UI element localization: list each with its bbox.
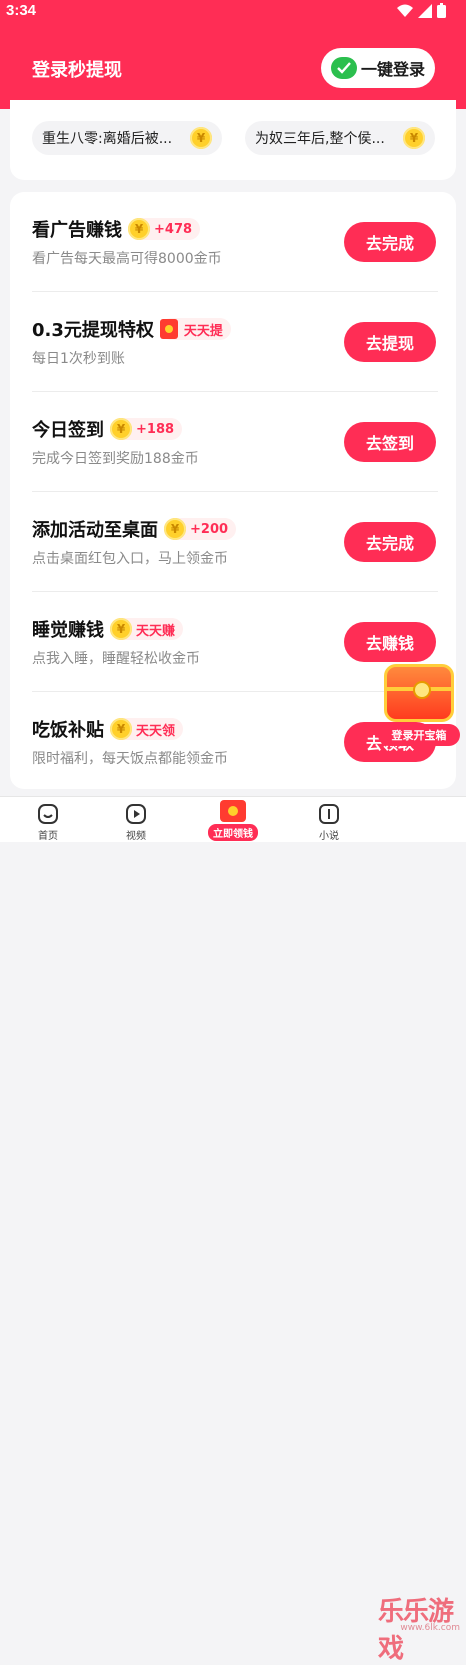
login-button-label: 一键登录 bbox=[361, 60, 426, 79]
task-action-button[interactable]: 去完成 bbox=[344, 222, 436, 262]
book-title: 为奴三年后,整个侯... bbox=[255, 131, 385, 147]
wechat-icon bbox=[331, 57, 357, 79]
task-action-button[interactable]: 去签到 bbox=[344, 422, 436, 462]
nav-label-home: 首页 bbox=[38, 831, 58, 842]
coin-icon: ¥ bbox=[110, 418, 132, 440]
task-name: 睡觉赚钱 bbox=[32, 620, 104, 641]
task-item-withdraw-privilege: 0.3元提现特权 天天提 每日1次秒到账 去提现 bbox=[10, 292, 456, 392]
red-envelope-icon bbox=[159, 319, 178, 339]
coin-icon: ¥ bbox=[190, 127, 212, 149]
task-description: 点击桌面红包入口，马上领金币 bbox=[32, 551, 228, 567]
page-title: 登录秒提现 bbox=[32, 60, 122, 81]
reward-badge-text: +478 bbox=[154, 221, 193, 237]
status-time: 3:34 bbox=[6, 2, 37, 19]
signal-icon bbox=[418, 3, 432, 18]
coin-icon: ¥ bbox=[110, 718, 132, 740]
nav-label-get-money: 立即领钱 bbox=[208, 824, 258, 841]
status-bar: 3:34 bbox=[0, 0, 466, 22]
treasure-chest-icon bbox=[384, 664, 454, 722]
reward-badge: ¥ +478 bbox=[128, 218, 201, 240]
task-name-row: 0.3元提现特权 天天提 bbox=[32, 316, 231, 342]
site-watermark: 乐乐游戏 www.6lk.com bbox=[378, 1593, 466, 1664]
reward-badge-text: 天天赚 bbox=[136, 623, 176, 639]
book-recommendations: 重生八零:离婚后被... ¥ 为奴三年后,整个侯... ¥ bbox=[10, 100, 456, 180]
task-name-row: 添加活动至桌面 ¥ +200 bbox=[32, 516, 237, 542]
task-description: 点我入睡，睡醒轻松收金币 bbox=[32, 651, 200, 667]
task-name: 0.3元提现特权 bbox=[32, 320, 154, 341]
task-description: 完成今日签到奖励188金币 bbox=[32, 451, 199, 467]
nav-item-home[interactable]: 首页 bbox=[18, 803, 78, 842]
reward-badge-text: +200 bbox=[190, 521, 229, 537]
reward-badge-text: 天天领 bbox=[136, 723, 176, 739]
reward-badge: ¥ 天天赚 bbox=[110, 618, 184, 640]
header-banner: 登录秒提现 一键登录 bbox=[0, 22, 466, 109]
home-icon bbox=[38, 804, 58, 824]
task-name-row: 吃饭补贴 ¥ 天天领 bbox=[32, 716, 184, 742]
nav-item-novel[interactable]: 小说 bbox=[299, 803, 359, 842]
red-envelope-icon bbox=[220, 800, 246, 822]
task-description: 看广告每天最高可得8000金币 bbox=[32, 251, 222, 267]
task-name: 看广告赚钱 bbox=[32, 220, 122, 241]
watermark-url: www.6lk.com bbox=[400, 1623, 460, 1633]
book-title: 重生八零:离婚后被... bbox=[42, 131, 173, 147]
coin-icon: ¥ bbox=[128, 218, 150, 240]
nav-item-video[interactable]: 视频 bbox=[106, 803, 166, 842]
task-description: 每日1次秒到账 bbox=[32, 351, 125, 367]
reward-badge: ¥ +200 bbox=[164, 518, 237, 540]
task-name-row: 睡觉赚钱 ¥ 天天赚 bbox=[32, 616, 184, 642]
book-chip[interactable]: 重生八零:离婚后被... ¥ bbox=[32, 121, 222, 155]
reward-badge-text: 天天提 bbox=[183, 323, 223, 339]
wifi-icon bbox=[397, 4, 413, 17]
task-item-daily-checkin: 今日签到 ¥ +188 完成今日签到奖励188金币 去签到 bbox=[10, 392, 456, 492]
coin-icon: ¥ bbox=[403, 127, 425, 149]
reward-badge: 天天提 bbox=[159, 318, 231, 340]
reward-badge: ¥ 天天领 bbox=[110, 718, 184, 740]
task-name: 添加活动至桌面 bbox=[32, 520, 158, 541]
book-chip[interactable]: 为奴三年后,整个侯... ¥ bbox=[245, 121, 435, 155]
task-item-add-to-desktop: 添加活动至桌面 ¥ +200 点击桌面红包入口，马上领金币 去完成 bbox=[10, 492, 456, 592]
task-name-row: 今日签到 ¥ +188 bbox=[32, 416, 183, 442]
coin-icon: ¥ bbox=[110, 618, 132, 640]
task-description: 限时福利，每天饭点都能领金币 bbox=[32, 751, 228, 767]
one-click-login-button[interactable]: 一键登录 bbox=[321, 48, 435, 88]
reward-badge: ¥ +188 bbox=[110, 418, 183, 440]
task-name: 今日签到 bbox=[32, 420, 104, 441]
treasure-chest-label: 登录开宝箱 bbox=[378, 724, 460, 746]
nav-item-get-money[interactable]: 立即领钱 bbox=[207, 800, 259, 841]
task-item-watch-ads: 看广告赚钱 ¥ +478 看广告每天最高可得8000金币 去完成 bbox=[10, 192, 456, 292]
treasure-chest-widget[interactable]: 登录开宝箱 bbox=[376, 658, 462, 750]
battery-icon bbox=[437, 3, 446, 18]
reward-badge-text: +188 bbox=[136, 421, 175, 437]
task-name: 吃饭补贴 bbox=[32, 720, 104, 741]
status-icons bbox=[397, 3, 446, 18]
video-icon bbox=[126, 804, 146, 824]
task-name-row: 看广告赚钱 ¥ +478 bbox=[32, 216, 201, 242]
task-action-button[interactable]: 去赚钱 bbox=[344, 622, 436, 662]
task-action-button[interactable]: 去提现 bbox=[344, 322, 436, 362]
bottom-nav: 首页 视频 立即领钱 小说 乐乐游戏 www.6lk.com bbox=[0, 796, 466, 1664]
task-action-button[interactable]: 去完成 bbox=[344, 522, 436, 562]
nav-label-video: 视频 bbox=[126, 831, 146, 842]
book-icon bbox=[319, 804, 339, 824]
coin-icon: ¥ bbox=[164, 518, 186, 540]
nav-label-novel: 小说 bbox=[319, 831, 339, 842]
